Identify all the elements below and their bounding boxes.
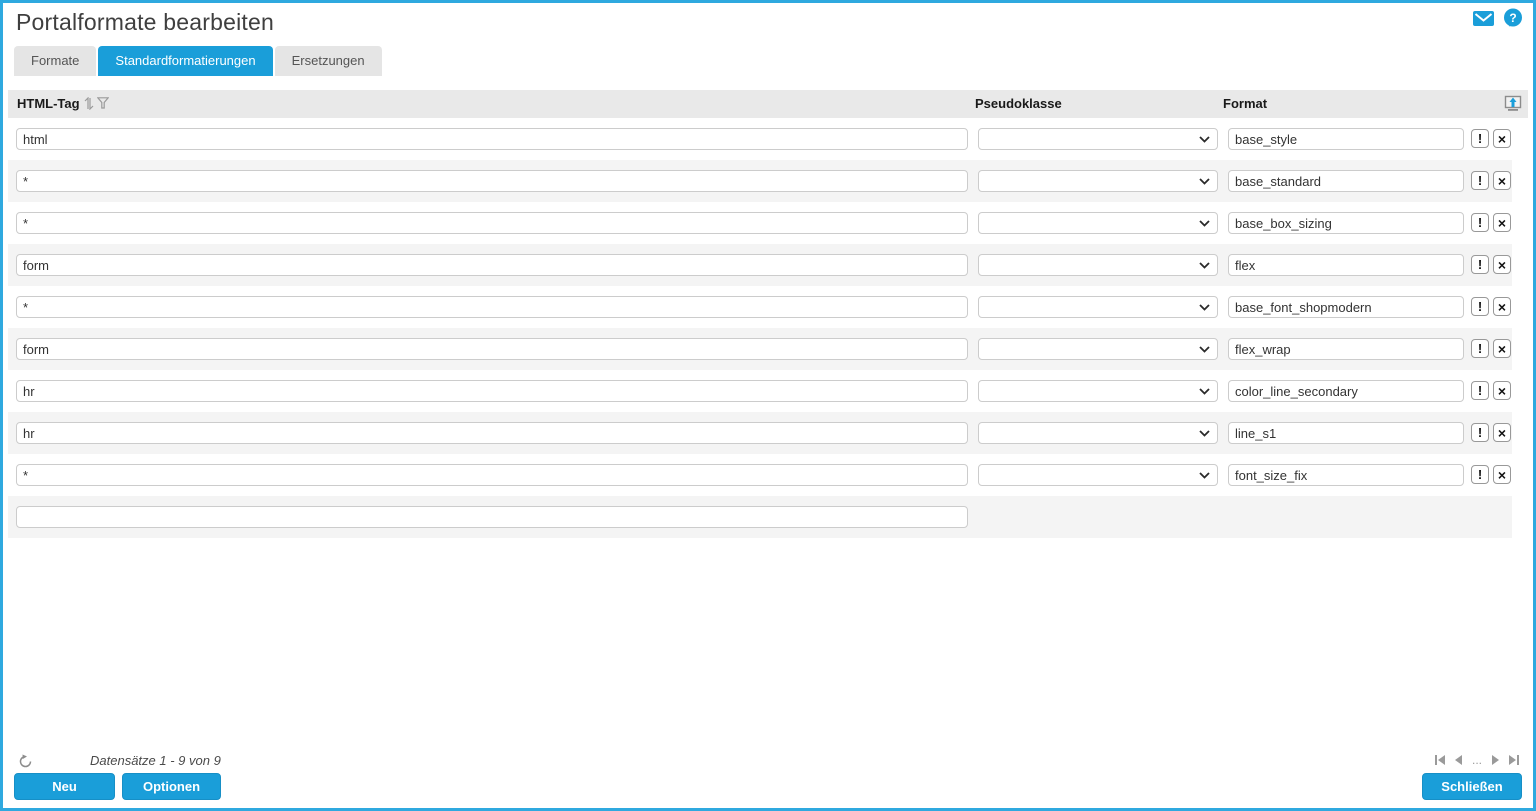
pseudoklasse-select-wrap bbox=[978, 212, 1218, 234]
delete-row-button[interactable]: × bbox=[1493, 339, 1511, 358]
pseudoklasse-select-wrap bbox=[978, 296, 1218, 318]
pagination: ... bbox=[1434, 754, 1519, 766]
tab-standardformatierungen[interactable]: Standardformatierungen bbox=[98, 46, 273, 76]
priority-button[interactable]: ! bbox=[1471, 297, 1489, 316]
pseudoklasse-select-wrap bbox=[978, 380, 1218, 402]
format-input[interactable] bbox=[1228, 338, 1464, 360]
tab-formate[interactable]: Formate bbox=[14, 46, 97, 76]
pseudoklasse-select-wrap bbox=[978, 128, 1218, 150]
prev-page-icon[interactable] bbox=[1454, 755, 1463, 765]
delete-row-button[interactable]: × bbox=[1493, 381, 1511, 400]
new-button[interactable]: Neu bbox=[14, 773, 115, 800]
delete-row-button[interactable]: × bbox=[1493, 423, 1511, 442]
format-rules-table: ! × ! × ! × bbox=[8, 118, 1512, 538]
column-header-pseudoklasse: Pseudoklasse bbox=[975, 96, 1062, 111]
pseudoklasse-select[interactable] bbox=[978, 464, 1218, 486]
table-row: ! × bbox=[8, 160, 1512, 202]
priority-button[interactable]: ! bbox=[1471, 339, 1489, 358]
options-button[interactable]: Optionen bbox=[122, 773, 221, 800]
priority-button[interactable]: ! bbox=[1471, 171, 1489, 190]
column-header-html-tag: HTML-Tag bbox=[17, 96, 80, 111]
delete-row-button[interactable]: × bbox=[1493, 129, 1511, 148]
priority-button[interactable]: ! bbox=[1471, 423, 1489, 442]
html-tag-input[interactable] bbox=[16, 338, 968, 360]
new-html-tag-input[interactable] bbox=[16, 506, 968, 528]
delete-row-button[interactable]: × bbox=[1493, 255, 1511, 274]
pseudoklasse-select[interactable] bbox=[978, 128, 1218, 150]
svg-text:?: ? bbox=[1509, 11, 1516, 25]
format-input[interactable] bbox=[1228, 212, 1464, 234]
priority-button[interactable]: ! bbox=[1471, 213, 1489, 232]
pseudoklasse-select[interactable] bbox=[978, 170, 1218, 192]
pseudoklasse-select-wrap bbox=[978, 464, 1218, 486]
records-count-label: Datensätze 1 - 9 von 9 bbox=[90, 753, 221, 768]
priority-button[interactable]: ! bbox=[1471, 465, 1489, 484]
tab-bar: Formate Standardformatierungen Ersetzung… bbox=[14, 46, 382, 76]
column-header-format: Format bbox=[1223, 96, 1268, 111]
format-input[interactable] bbox=[1228, 254, 1464, 276]
format-input[interactable] bbox=[1228, 296, 1464, 318]
new-row bbox=[8, 496, 1512, 538]
delete-row-button[interactable]: × bbox=[1493, 213, 1511, 232]
html-tag-input[interactable] bbox=[16, 170, 968, 192]
window-toolbar: ? bbox=[1473, 8, 1523, 28]
table-header: HTML-Tag Pseudoklasse Format bbox=[8, 90, 1528, 118]
page-title: Portalformate bearbeiten bbox=[16, 9, 274, 35]
pseudoklasse-select[interactable] bbox=[978, 296, 1218, 318]
export-icon[interactable] bbox=[1504, 95, 1522, 112]
priority-button[interactable]: ! bbox=[1471, 129, 1489, 148]
pseudoklasse-select[interactable] bbox=[978, 254, 1218, 276]
first-page-icon[interactable] bbox=[1434, 755, 1446, 765]
table-row: ! × bbox=[8, 454, 1512, 496]
filter-icon[interactable] bbox=[97, 97, 109, 109]
table-row: ! × bbox=[8, 286, 1512, 328]
table-row: ! × bbox=[8, 202, 1512, 244]
table-row: ! × bbox=[8, 244, 1512, 286]
priority-button[interactable]: ! bbox=[1471, 381, 1489, 400]
pseudoklasse-select[interactable] bbox=[978, 212, 1218, 234]
portal-formats-window: Portalformate bearbeiten ? Formate Stand… bbox=[0, 0, 1536, 811]
format-input[interactable] bbox=[1228, 128, 1464, 150]
table-row: ! × bbox=[8, 370, 1512, 412]
pseudoklasse-select-wrap bbox=[978, 170, 1218, 192]
html-tag-input[interactable] bbox=[16, 422, 968, 444]
html-tag-input[interactable] bbox=[16, 128, 968, 150]
table-row: ! × bbox=[8, 118, 1512, 160]
sort-icon[interactable] bbox=[84, 97, 94, 110]
format-input[interactable] bbox=[1228, 380, 1464, 402]
pseudoklasse-select[interactable] bbox=[978, 338, 1218, 360]
pseudoklasse-select-wrap bbox=[978, 422, 1218, 444]
format-input[interactable] bbox=[1228, 170, 1464, 192]
html-tag-input[interactable] bbox=[16, 296, 968, 318]
html-tag-input[interactable] bbox=[16, 380, 968, 402]
pseudoklasse-select-wrap bbox=[978, 254, 1218, 276]
refresh-icon[interactable] bbox=[18, 754, 33, 769]
html-tag-input[interactable] bbox=[16, 254, 968, 276]
last-page-icon[interactable] bbox=[1508, 755, 1519, 765]
format-input[interactable] bbox=[1228, 464, 1464, 486]
help-icon[interactable]: ? bbox=[1503, 8, 1523, 28]
delete-row-button[interactable]: × bbox=[1493, 465, 1511, 484]
pagination-ellipsis[interactable]: ... bbox=[1472, 754, 1482, 766]
mail-icon[interactable] bbox=[1473, 10, 1494, 26]
close-button[interactable]: Schließen bbox=[1422, 773, 1522, 800]
pseudoklasse-select[interactable] bbox=[978, 380, 1218, 402]
table-row: ! × bbox=[8, 328, 1512, 370]
priority-button[interactable]: ! bbox=[1471, 255, 1489, 274]
delete-row-button[interactable]: × bbox=[1493, 297, 1511, 316]
next-page-icon[interactable] bbox=[1491, 755, 1499, 765]
format-input[interactable] bbox=[1228, 422, 1464, 444]
pseudoklasse-select[interactable] bbox=[978, 422, 1218, 444]
delete-row-button[interactable]: × bbox=[1493, 171, 1511, 190]
pseudoklasse-select-wrap bbox=[978, 338, 1218, 360]
table-row: ! × bbox=[8, 412, 1512, 454]
html-tag-input[interactable] bbox=[16, 464, 968, 486]
tab-ersetzungen[interactable]: Ersetzungen bbox=[274, 46, 382, 76]
html-tag-input[interactable] bbox=[16, 212, 968, 234]
